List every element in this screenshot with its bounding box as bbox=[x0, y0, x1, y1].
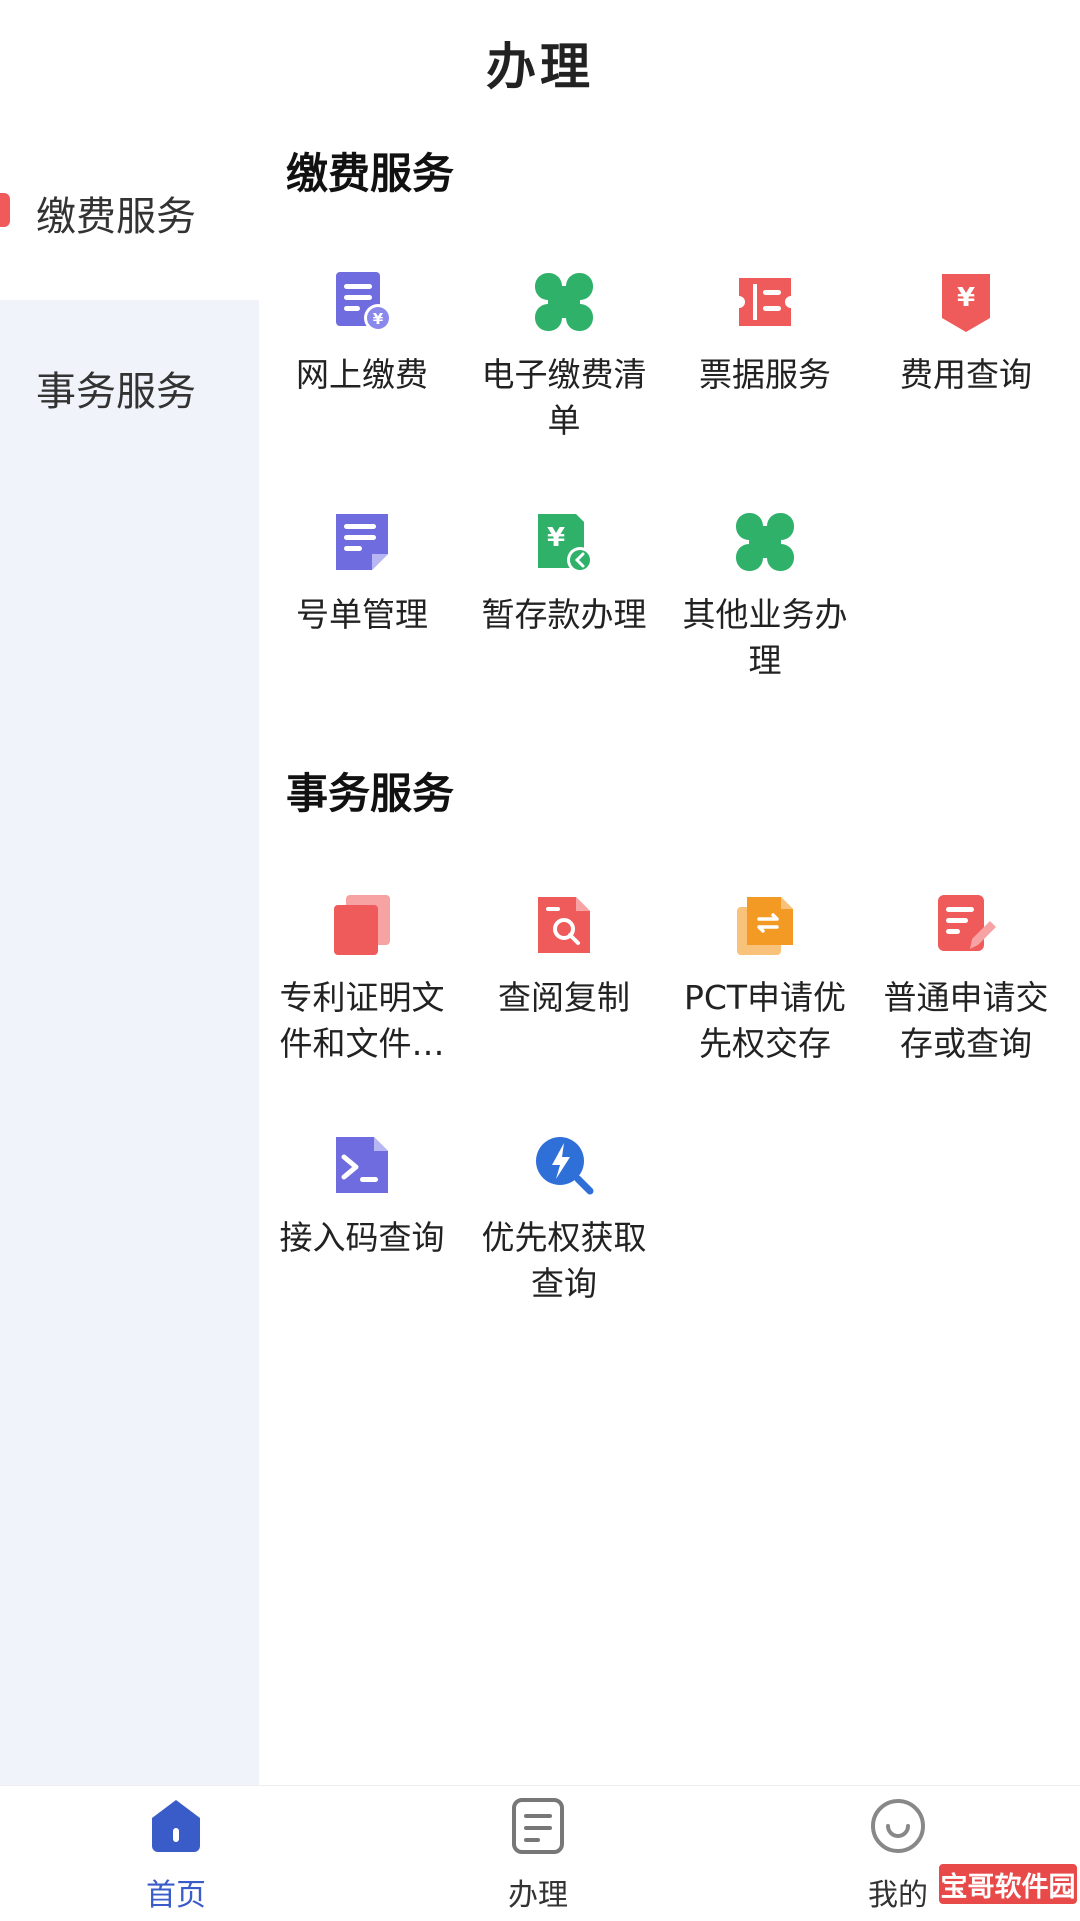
grid-item-label: 专利证明文件和文件… bbox=[279, 978, 445, 1063]
bottom-nav: 首页 办理 我的 bbox=[0, 1785, 1080, 1921]
sidebar: 缴费服务 事务服务 bbox=[0, 125, 259, 1785]
grid-item-label: 暂存款办理 bbox=[481, 595, 647, 634]
grid-item-label: 普通申请交存或查询 bbox=[883, 978, 1049, 1063]
number-list-icon bbox=[336, 514, 388, 570]
sidebar-item-affairs-services[interactable]: 事务服务 bbox=[0, 300, 259, 475]
nav-label: 办理 bbox=[508, 1878, 568, 1913]
sidebar-item-label: 缴费服务 bbox=[36, 193, 196, 240]
svg-text:¥: ¥ bbox=[547, 523, 565, 553]
watermark-badge: 宝哥软件园 bbox=[937, 1862, 1079, 1906]
access-code-icon bbox=[336, 1137, 388, 1193]
svg-text:¥: ¥ bbox=[957, 283, 975, 313]
patent-certificate-icon bbox=[334, 895, 390, 955]
grid-item-label: 电子缴费清单 bbox=[481, 355, 647, 440]
grid-item-ordinary-application[interactable]: 普通申请交存或查询 bbox=[866, 893, 1066, 1067]
grid-item-document-search[interactable]: 查阅复制 bbox=[464, 893, 664, 1021]
grid-item-label: 优先权获取查询 bbox=[481, 1218, 647, 1303]
nav-handle[interactable]: 办理 bbox=[458, 1796, 618, 1914]
fee-query-icon: ¥ bbox=[942, 274, 990, 332]
grid-item-label: PCT申请优先权交存 bbox=[683, 978, 847, 1063]
online-payment-icon: ¥ bbox=[336, 272, 392, 332]
grid-item-e-payment-list[interactable]: 电子缴费清单 bbox=[464, 270, 664, 444]
smile-icon bbox=[871, 1799, 925, 1853]
section-title: 缴费服务 bbox=[286, 149, 455, 198]
nav-label: 首页 bbox=[146, 1878, 206, 1913]
grid-item-label: 接入码查询 bbox=[279, 1218, 445, 1257]
main-content: 缴费服务 ¥ 网上缴费 电子缴费清单 票据服务 ¥ 费用查询 号单管理 ¥ 暂存… bbox=[259, 125, 1080, 1785]
deposit-icon: ¥ bbox=[538, 514, 593, 573]
home-icon bbox=[152, 1800, 200, 1852]
section-title: 事务服务 bbox=[286, 769, 455, 818]
e-payment-list-icon bbox=[535, 273, 593, 331]
grid-item-other-business[interactable]: 其他业务办理 bbox=[665, 510, 865, 684]
priority-search-icon bbox=[536, 1137, 594, 1195]
grid-item-label: 号单管理 bbox=[296, 595, 428, 634]
nav-home[interactable]: 首页 bbox=[96, 1796, 256, 1914]
pct-priority-icon bbox=[737, 897, 793, 955]
grid-item-label: 其他业务办理 bbox=[682, 595, 848, 680]
grid-item-label: 票据服务 bbox=[699, 355, 831, 394]
grid-item-online-payment[interactable]: ¥ 网上缴费 bbox=[262, 270, 462, 398]
handle-icon bbox=[512, 1798, 564, 1854]
nav-label: 我的 bbox=[868, 1878, 928, 1913]
grid-item-number-list[interactable]: 号单管理 bbox=[262, 510, 462, 638]
sidebar-item-label: 事务服务 bbox=[36, 368, 196, 415]
grid-item-deposit[interactable]: ¥ 暂存款办理 bbox=[464, 510, 664, 638]
active-indicator bbox=[0, 193, 10, 227]
other-business-icon bbox=[736, 513, 794, 571]
edit-document-icon bbox=[938, 895, 996, 951]
grid-item-patent-certificate[interactable]: 专利证明文件和文件… bbox=[262, 893, 462, 1067]
page-title: 办理 bbox=[486, 37, 594, 96]
grid-item-label: 网上缴费 bbox=[296, 355, 428, 394]
svg-text:¥: ¥ bbox=[373, 310, 384, 328]
grid-item-access-code[interactable]: 接入码查询 bbox=[262, 1133, 462, 1261]
grid-item-label: 费用查询 bbox=[900, 355, 1032, 394]
grid-item-label: 查阅复制 bbox=[498, 978, 630, 1017]
grid-item-fee-query[interactable]: ¥ 费用查询 bbox=[866, 270, 1066, 398]
ticket-icon bbox=[739, 278, 791, 326]
grid-item-pct-priority[interactable]: PCT申请优先权交存 bbox=[665, 893, 865, 1067]
sidebar-item-payment-services[interactable]: 缴费服务 bbox=[0, 125, 259, 300]
top-header: 办理 bbox=[0, 0, 1080, 125]
grid-item-ticket-services[interactable]: 票据服务 bbox=[665, 270, 865, 398]
grid-item-priority-search[interactable]: 优先权获取查询 bbox=[464, 1133, 664, 1307]
document-search-icon bbox=[538, 897, 590, 953]
